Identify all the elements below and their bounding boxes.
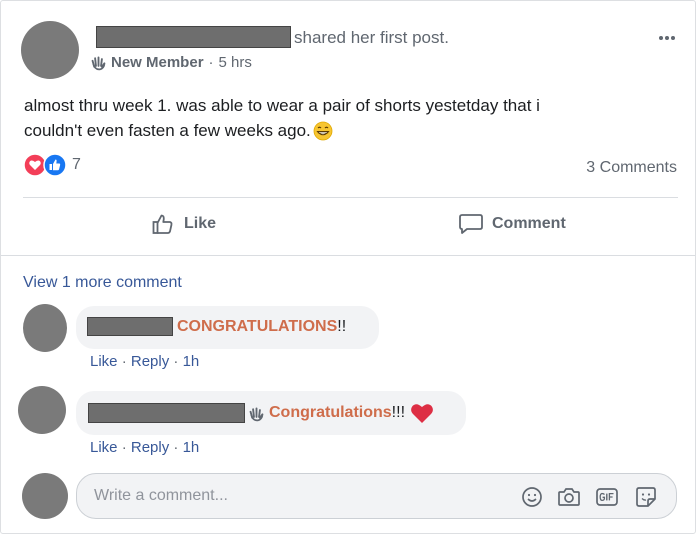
thumbs-up-icon: [152, 214, 173, 234]
like-button-label: Like: [184, 215, 217, 232]
comment-1-bubble: CONGRATULATIONS!!: [76, 306, 379, 349]
comment-2-author-redacted[interactable]: [88, 403, 245, 423]
comment-input-box[interactable]: Write a comment...: [76, 473, 677, 519]
waving-hand-icon: [91, 56, 106, 71]
comment-button-label: Comment: [492, 215, 566, 232]
comment-2-bubble: Congratulations!!!: [76, 391, 466, 435]
comment-1-actions: Like · Reply · 1h: [90, 353, 199, 370]
post-card: shared her first post. New Member · 5 hr…: [0, 0, 696, 534]
comment-1-like[interactable]: Like: [90, 353, 118, 370]
post-body: almost thru week 1. was able to wear a p…: [24, 93, 540, 143]
comment-2-actions: Like · Reply · 1h: [90, 439, 199, 456]
meta-separator: ·: [208, 54, 214, 71]
reactions-divider: [23, 197, 678, 198]
more-options-icon[interactable]: [659, 27, 677, 45]
comments-section-divider: [1, 255, 695, 256]
grinning-face-emoji: [313, 121, 333, 140]
comment-1-highlight: CONGRATULATIONS: [177, 318, 338, 335]
new-member-badge[interactable]: New Member: [111, 54, 204, 71]
comment-2-like[interactable]: Like: [90, 439, 118, 456]
comment-1-reply[interactable]: Reply: [131, 353, 169, 370]
comment-input-placeholder[interactable]: Write a comment...: [94, 487, 228, 505]
comment-bubble-icon: [459, 214, 483, 234]
like-reaction-icon: [43, 153, 67, 177]
reaction-count[interactable]: 7: [72, 156, 81, 174]
comment-2-highlight: Congratulations: [269, 404, 392, 421]
post-body-line-2: couldn't even fasten a few weeks ago.: [24, 118, 540, 143]
comment-2-text-rest: !!!: [391, 404, 406, 421]
waving-hand-icon: [249, 406, 264, 421]
author-name-redacted[interactable]: [96, 26, 291, 48]
author-avatar[interactable]: [21, 21, 79, 79]
member-badge-row: New Member · 5 hrs: [90, 54, 252, 71]
like-button[interactable]: Like: [151, 212, 216, 236]
comment-1-sep-1: ·: [121, 353, 131, 370]
post-header-action: shared her first post.: [294, 28, 449, 47]
post-time[interactable]: 5 hrs: [219, 54, 252, 71]
reactions-summary[interactable]: 7: [23, 153, 81, 177]
comment-2-sep-1: ·: [121, 439, 131, 456]
comment-1-sep-2: ·: [173, 353, 183, 370]
comment-button[interactable]: Comment: [458, 212, 566, 236]
comment-2-text: Congratulations!!!: [248, 402, 434, 424]
comment-2-sep-2: ·: [173, 439, 183, 456]
post-body-line-1: almost thru week 1. was able to wear a p…: [24, 96, 540, 115]
comment-1-time[interactable]: 1h: [183, 353, 200, 370]
comment-1-text-rest: !!: [337, 318, 347, 335]
current-user-avatar[interactable]: [22, 473, 68, 519]
view-more-comments-link[interactable]: View 1 more comment: [23, 274, 182, 292]
comment-1-avatar[interactable]: [23, 304, 67, 352]
gif-icon[interactable]: [595, 486, 619, 508]
emoji-icon[interactable]: [521, 486, 543, 508]
camera-icon[interactable]: [557, 486, 581, 508]
post-body-line-2-text: couldn't even fasten a few weeks ago.: [24, 121, 311, 140]
comment-2-avatar[interactable]: [18, 386, 66, 434]
heart-emoji: [411, 404, 433, 423]
comment-1-author-redacted[interactable]: [87, 317, 173, 336]
comment-1-text: CONGRATULATIONS!!: [177, 318, 346, 336]
comment-2-time[interactable]: 1h: [183, 439, 200, 456]
sticker-icon[interactable]: [634, 485, 658, 509]
comments-count[interactable]: 3 Comments: [586, 159, 677, 177]
comment-2-reply[interactable]: Reply: [131, 439, 169, 456]
